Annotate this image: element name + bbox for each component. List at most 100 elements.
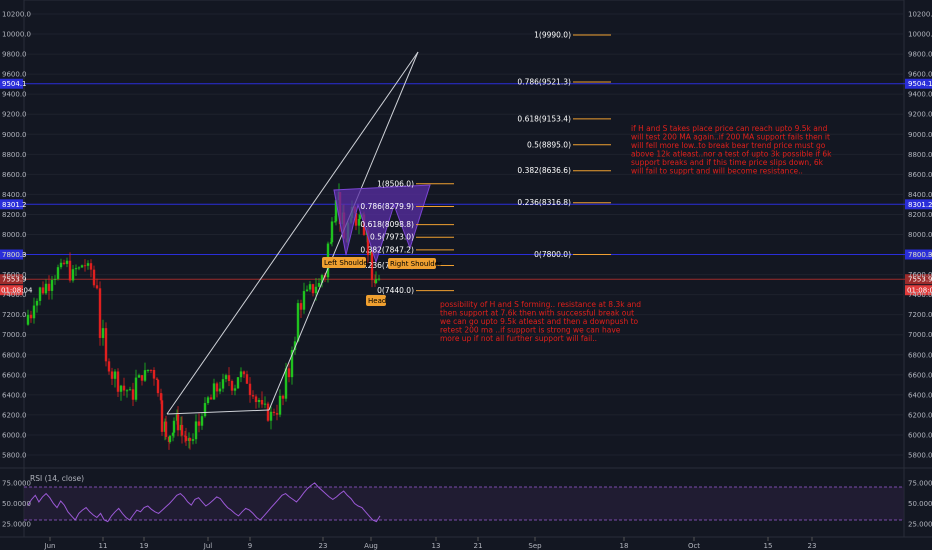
price-tick-right: 7000.0 [908, 331, 932, 339]
price-tick-right: 8600.0 [908, 171, 932, 179]
fib-level-label: 1(9990.0) [534, 31, 571, 40]
candle-body [287, 368, 291, 378]
price-tick-left: 7800.0 [2, 251, 27, 259]
candle-body [116, 371, 120, 392]
fib-level-label: 0.618(9153.4) [517, 114, 571, 123]
price-tick-left: 10200.0 [2, 11, 31, 19]
price-tick-left: 7600.0 [2, 271, 27, 279]
candle-body [194, 421, 198, 440]
price-tick-right: 6600.0 [908, 371, 932, 379]
candle-body [137, 375, 141, 378]
candle-body [260, 399, 264, 405]
rsi-tick-left: 25.0000 [2, 521, 31, 529]
left-shoulder-label: Left Shoulder [324, 259, 371, 267]
price-tick-left: 8000.0 [2, 231, 27, 239]
candle-body [156, 379, 160, 394]
head-label: Head [368, 297, 386, 305]
time-tick-label: 21 [474, 542, 483, 550]
time-tick-label: Oct [688, 542, 700, 550]
candle-body [160, 400, 164, 432]
price-tick-left: 7200.0 [2, 311, 27, 319]
candle-body [56, 267, 60, 279]
candle-body [230, 380, 234, 391]
candle-body [302, 291, 306, 310]
candle-body [122, 385, 126, 391]
candle-body [77, 267, 81, 269]
candle-body [305, 289, 309, 292]
candle-body [71, 269, 75, 281]
candle-body [50, 279, 54, 291]
price-tick-left: 5800.0 [2, 452, 27, 460]
time-tick-label: 19 [140, 542, 149, 550]
price-tick-right: 7400.0 [908, 291, 932, 299]
candle-body [263, 403, 267, 405]
candle-body [218, 388, 222, 392]
candle-body [272, 411, 276, 414]
time-tick-label: 13 [432, 542, 441, 550]
candle-body [104, 328, 108, 362]
price-tick-right: 8000.0 [908, 231, 932, 239]
candle-body [257, 399, 261, 403]
price-tick-left: 7000.0 [2, 331, 27, 339]
candle-body [59, 262, 63, 268]
candle-body [146, 369, 150, 371]
candle-body [107, 361, 111, 372]
candle-body [233, 388, 237, 391]
candle-body [140, 375, 144, 381]
candle-body [191, 439, 195, 441]
price-tick-right: 5800.0 [908, 452, 932, 460]
rsi-tick-left: 75.0000 [2, 479, 31, 487]
fib-level-label: 0.5(7973.0) [370, 233, 414, 242]
price-tick-left: 10000.0 [2, 31, 31, 39]
price-tick-left: 8800.0 [2, 151, 27, 159]
candle-body [98, 288, 102, 338]
price-tick-left: 7400.0 [2, 291, 27, 299]
trading-chart[interactable]: 9504.1 9504.18301.2 8301.27800.3 7800.37553… [0, 0, 932, 550]
candle-body [358, 215, 362, 220]
candle-body [44, 283, 48, 294]
candle-body [374, 279, 378, 284]
note-upper[interactable]: if H and S takes place price can reach u… [631, 124, 832, 176]
candle-body [330, 221, 334, 243]
candle-body [176, 414, 180, 431]
candle-body [308, 284, 312, 290]
candle-body [164, 421, 168, 437]
candle-body [65, 260, 69, 264]
price-tick-right: 9000.0 [908, 131, 932, 139]
candle-body [221, 379, 225, 389]
time-tick-label: Jun [44, 542, 56, 550]
price-tick-left: 6600.0 [2, 371, 27, 379]
candle-body [134, 377, 138, 400]
candle-body [251, 395, 255, 397]
time-tick-label: 23 [319, 542, 328, 550]
candle-body [32, 305, 36, 319]
fib-level-label: 0(7800.0) [534, 250, 571, 259]
candle-body [311, 284, 315, 294]
candle-body [41, 287, 45, 294]
candle-body [68, 260, 72, 281]
fib-level-label: 0.382(7847.2) [360, 245, 414, 254]
candle-body [236, 377, 240, 389]
price-tick-left: 6200.0 [2, 411, 27, 419]
note-line: more up if not all further support will … [440, 334, 597, 343]
candle-body [38, 287, 42, 301]
fib-level-label: 0.786(9521.3) [517, 78, 571, 87]
price-tick-right: 9400.0 [908, 91, 932, 99]
candle-body [74, 268, 78, 270]
price-tick-right: 8800.0 [908, 151, 932, 159]
candle-body [197, 421, 201, 426]
fib-level-label: 0.382(8636.6) [517, 166, 571, 175]
candle-body [131, 389, 135, 400]
time-tick-label: 23 [808, 542, 817, 550]
candle-body [203, 403, 207, 417]
candle-body [248, 383, 252, 396]
right-shoulder-label: Right Shoulder [390, 260, 442, 268]
price-tick-left: 8200.0 [2, 211, 27, 219]
level-label-right: 8301.2 [908, 201, 932, 209]
price-tick-left: 6800.0 [2, 351, 27, 359]
candle-body [168, 435, 172, 442]
candle-body [266, 403, 270, 421]
candle-body [125, 390, 129, 392]
price-tick-right: 9200.0 [908, 111, 932, 119]
candle-body [149, 369, 153, 371]
